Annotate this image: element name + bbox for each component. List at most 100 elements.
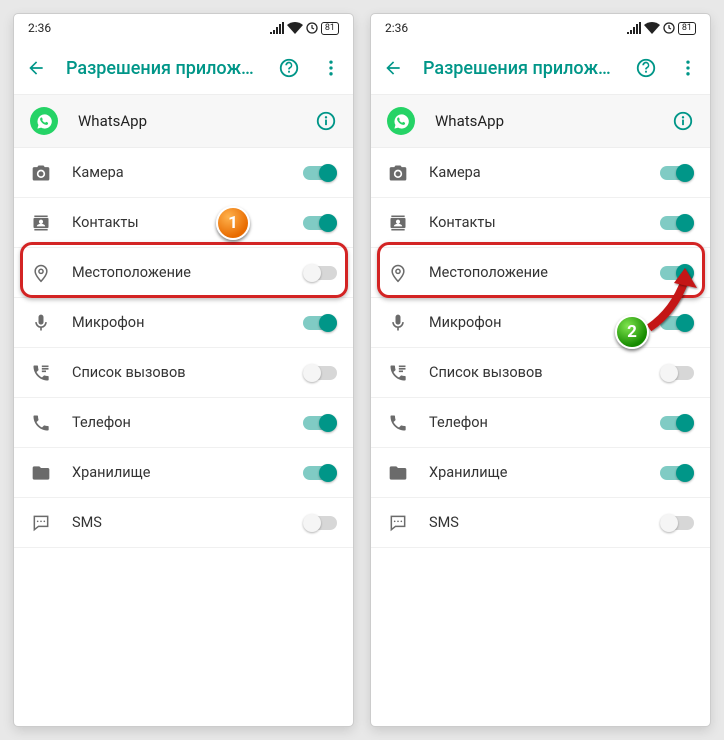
calllog-icon — [387, 362, 409, 384]
app-bar: Разрешения приложе… — [14, 42, 353, 94]
sms-icon — [387, 512, 409, 534]
permission-toggle-contacts[interactable] — [303, 213, 337, 233]
location-icon — [30, 262, 52, 284]
permission-label: Камера — [429, 164, 640, 181]
status-time: 2:36 — [385, 21, 408, 35]
back-button[interactable] — [24, 56, 48, 80]
permission-row-camera: Камера — [14, 148, 353, 198]
contacts-icon — [30, 212, 52, 234]
page-title: Разрешения приложе… — [423, 58, 616, 79]
app-name: WhatsApp — [435, 112, 652, 130]
permission-label: Микрофон — [72, 314, 283, 331]
back-button[interactable] — [381, 56, 405, 80]
permission-label: SMS — [429, 514, 640, 531]
status-bar: 2:36 81 — [371, 14, 710, 42]
status-time: 2:36 — [28, 21, 51, 35]
calllog-icon — [30, 362, 52, 384]
status-icons: 81 — [270, 22, 339, 35]
help-button[interactable] — [277, 56, 301, 80]
permissions-list-1: Камера Контакты Местоположение Микрофон Спис… — [14, 148, 353, 548]
wifi-icon — [287, 22, 303, 34]
permission-label: Хранилище — [72, 464, 283, 481]
permission-row-calllog: Список вызовов — [371, 348, 710, 398]
permission-label: SMS — [72, 514, 283, 531]
permission-row-mic: Микрофон — [14, 298, 353, 348]
permission-label: Контакты — [429, 214, 640, 231]
help-icon — [635, 57, 657, 79]
permission-row-phone: Телефон — [14, 398, 353, 448]
sms-icon — [30, 512, 52, 534]
permission-toggle-location[interactable] — [660, 263, 694, 283]
permission-toggle-calllog[interactable] — [303, 363, 337, 383]
permission-toggle-calllog[interactable] — [660, 363, 694, 383]
more-vert-icon — [321, 58, 341, 78]
storage-icon — [387, 462, 409, 484]
permission-label: Телефон — [72, 414, 283, 431]
mic-icon — [30, 312, 52, 334]
permission-toggle-phone[interactable] — [303, 413, 337, 433]
permission-label: Хранилище — [429, 464, 640, 481]
permission-toggle-location[interactable] — [303, 263, 337, 283]
back-arrow-icon — [383, 58, 403, 78]
more-button[interactable] — [676, 56, 700, 80]
permission-row-phone: Телефон — [371, 398, 710, 448]
permission-toggle-sms[interactable] — [303, 513, 337, 533]
help-button[interactable] — [634, 56, 658, 80]
permission-toggle-mic[interactable] — [660, 313, 694, 333]
app-name: WhatsApp — [78, 112, 295, 130]
permission-row-storage: Хранилище — [371, 448, 710, 498]
whatsapp-icon — [30, 107, 58, 135]
back-arrow-icon — [26, 58, 46, 78]
step-badge-1: 1 — [216, 206, 250, 240]
permission-toggle-storage[interactable] — [660, 463, 694, 483]
permission-row-mic: Микрофон — [371, 298, 710, 348]
permission-row-calllog: Список вызовов — [14, 348, 353, 398]
mic-icon — [387, 312, 409, 334]
orientation-lock-icon — [663, 22, 675, 34]
permission-toggle-camera[interactable] — [303, 163, 337, 183]
permission-label: Контакты — [72, 214, 283, 231]
permission-toggle-camera[interactable] — [660, 163, 694, 183]
permissions-list-2: Камера Контакты Местоположение Микрофон Спис… — [371, 148, 710, 548]
permission-toggle-storage[interactable] — [303, 463, 337, 483]
permission-row-location: Местоположение — [371, 248, 710, 298]
permission-toggle-contacts[interactable] — [660, 213, 694, 233]
info-icon — [315, 110, 337, 132]
status-icons: 81 — [627, 22, 696, 35]
permission-label: Список вызовов — [72, 364, 283, 381]
permission-label: Местоположение — [429, 264, 640, 281]
storage-icon — [30, 462, 52, 484]
page-title: Разрешения приложе… — [66, 58, 259, 79]
location-icon — [387, 262, 409, 284]
permission-toggle-mic[interactable] — [303, 313, 337, 333]
permission-toggle-sms[interactable] — [660, 513, 694, 533]
permission-row-sms: SMS — [371, 498, 710, 548]
phone-screen-1: 2:36 81 Разрешения приложе… WhatsApp Кам… — [14, 14, 353, 726]
app-info-button[interactable] — [315, 110, 337, 132]
permission-label: Список вызовов — [429, 364, 640, 381]
permission-row-storage: Хранилище — [14, 448, 353, 498]
wifi-icon — [644, 22, 660, 34]
app-info-button[interactable] — [672, 110, 694, 132]
step-badge-2: 2 — [615, 315, 649, 349]
permission-label: Камера — [72, 164, 283, 181]
permission-label: Местоположение — [72, 264, 283, 281]
permission-row-camera: Камера — [371, 148, 710, 198]
permission-row-sms: SMS — [14, 498, 353, 548]
permission-label: Телефон — [429, 414, 640, 431]
contacts-icon — [387, 212, 409, 234]
camera-icon — [30, 162, 52, 184]
orientation-lock-icon — [306, 22, 318, 34]
help-icon — [278, 57, 300, 79]
battery-indicator: 81 — [321, 22, 339, 35]
phone-icon — [30, 412, 52, 434]
permission-row-contacts: Контакты — [14, 198, 353, 248]
signal-icon — [627, 22, 641, 34]
more-button[interactable] — [319, 56, 343, 80]
battery-indicator: 81 — [678, 22, 696, 35]
whatsapp-icon — [387, 107, 415, 135]
permission-row-location: Местоположение — [14, 248, 353, 298]
phone-icon — [387, 412, 409, 434]
permission-row-contacts: Контакты — [371, 198, 710, 248]
permission-toggle-phone[interactable] — [660, 413, 694, 433]
